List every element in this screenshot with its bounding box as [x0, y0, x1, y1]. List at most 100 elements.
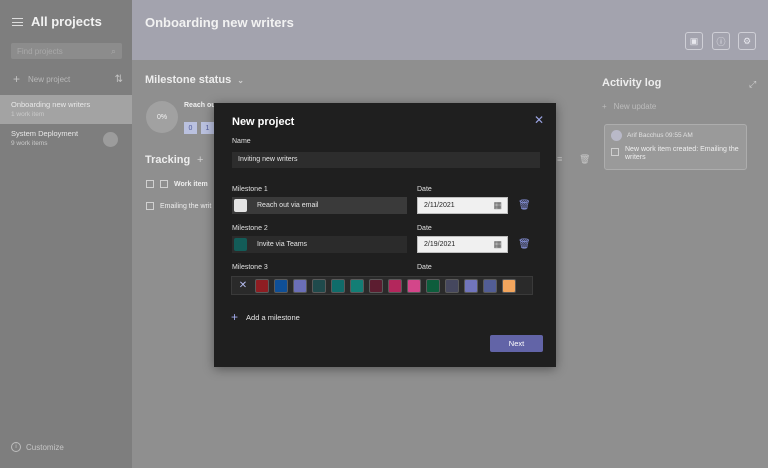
row-checkbox[interactable] — [146, 202, 154, 210]
milestone-2-field[interactable]: Invite via Teams — [232, 236, 407, 253]
milestone-name: Reach ou — [184, 102, 216, 109]
search-icon: ⌕ — [110, 46, 116, 56]
milestone-2-date-field[interactable]: 2/19/2021 ▦ — [417, 236, 508, 253]
sidebar-header: All projects — [12, 14, 102, 29]
work-item-title: Emailing the writ — [160, 202, 212, 210]
milestone-chip: 1 — [201, 122, 214, 134]
plus-icon: + — [231, 310, 239, 324]
milestone-3-date-label: Date — [417, 264, 432, 271]
color-swatch[interactable] — [502, 278, 516, 293]
name-value: Inviting new writers — [238, 156, 298, 163]
table-row[interactable]: Emailing the writ — [146, 202, 211, 210]
activity-card: Arif Bacchus 09:55 AM New work item crea… — [604, 124, 747, 170]
milestone-1-label: Milestone 1 — [232, 186, 268, 193]
milestone-2-date-label: Date — [417, 225, 432, 232]
sort-icon[interactable]: ⇅ — [115, 74, 123, 85]
info-icon: i — [11, 442, 21, 452]
milestone-1-date-field[interactable]: 2/11/2021 ▦ — [417, 197, 508, 214]
clear-color-icon[interactable]: ✕ — [236, 279, 250, 293]
add-tracking-icon[interactable]: + — [197, 154, 203, 166]
next-button[interactable]: Next — [490, 335, 543, 352]
avatar — [611, 130, 622, 141]
select-all-checkbox[interactable] — [146, 180, 154, 188]
trash-icon[interactable]: 🗑 — [518, 239, 531, 250]
sidebar-title: All projects — [31, 14, 102, 29]
milestone-2-date-value: 2/19/2021 — [424, 241, 456, 248]
color-palette: ✕ — [231, 276, 533, 295]
milestone-2-color-swatch[interactable] — [234, 238, 247, 251]
color-swatch[interactable] — [445, 278, 459, 293]
progress-percent: 0% — [156, 113, 168, 121]
page-title: Onboarding new writers — [145, 15, 294, 30]
milestone-1-date-label: Date — [417, 186, 432, 193]
milestone-status-label: Milestone status — [145, 74, 232, 86]
color-swatch[interactable] — [312, 278, 326, 293]
delete-icon[interactable]: 🗑 — [579, 154, 590, 165]
filter-icon[interactable]: ≡ — [557, 154, 562, 164]
dialog-title: New project — [232, 116, 295, 128]
project-name: Onboarding new writers — [11, 100, 91, 109]
close-icon[interactable]: ✕ — [534, 113, 544, 127]
milestone-1-field[interactable]: Reach out via email — [232, 197, 407, 214]
color-swatch[interactable] — [255, 278, 269, 293]
milestone-chip: 0 — [184, 122, 197, 134]
header: Onboarding new writers ▣ ⓘ ⚙ — [132, 0, 768, 60]
name-field[interactable]: Inviting new writers — [232, 152, 540, 168]
hamburger-menu-icon[interactable] — [12, 17, 23, 26]
new-project-label: New project — [28, 74, 71, 84]
calendar-icon[interactable]: ▦ — [493, 200, 502, 211]
name-label: Name — [232, 138, 251, 145]
activity-message: New work item created: Emailing the writ… — [611, 146, 743, 163]
milestone-1-date-value: 2/11/2021 — [424, 202, 455, 209]
color-swatch[interactable] — [464, 278, 478, 293]
project-avatar — [103, 132, 118, 147]
work-item-icon — [611, 148, 619, 156]
gear-icon[interactable]: ⚙ — [738, 32, 756, 50]
sidebar-item-onboarding[interactable]: Onboarding new writers 1 work item — [0, 95, 132, 124]
customize-button[interactable]: i Customize — [11, 442, 64, 452]
milestone-1-value: Reach out via email — [257, 202, 319, 209]
plus-icon: + — [13, 72, 21, 86]
plus-icon: + — [602, 102, 607, 111]
author-time: Arif Bacchus 09:55 AM — [627, 132, 693, 139]
color-swatch[interactable] — [350, 278, 364, 293]
new-project-dialog: New project ✕ Name Inviting new writers … — [214, 103, 556, 367]
work-item-type-icon — [160, 180, 168, 188]
sidebar-item-system-deployment[interactable]: System Deployment 9 work items — [0, 124, 132, 153]
milestone-1-color-swatch[interactable] — [234, 199, 247, 212]
sidebar: All projects Find projects ⌕ + New proje… — [0, 0, 132, 468]
add-milestone-button[interactable]: + Add a milestone — [231, 310, 300, 324]
activity-author: Arif Bacchus 09:55 AM — [611, 130, 693, 141]
color-swatch[interactable] — [407, 278, 421, 293]
color-swatch[interactable] — [388, 278, 402, 293]
search-placeholder: Find projects — [17, 47, 63, 56]
activity-message-text: New work item created: Emailing the writ… — [625, 146, 739, 162]
app-window: All projects Find projects ⌕ + New proje… — [0, 0, 768, 468]
activity-log-title: Activity log — [602, 77, 662, 89]
milestone-status-title[interactable]: Milestone status ⌄ — [145, 74, 244, 86]
table-header: Work item — [146, 180, 208, 188]
calendar-icon[interactable]: ▦ — [493, 239, 502, 250]
color-swatch[interactable] — [483, 278, 497, 293]
new-project-button[interactable]: + New project ⇅ — [13, 72, 123, 86]
image-icon[interactable]: ▣ — [685, 32, 703, 50]
work-item-header: Work item — [174, 180, 208, 188]
customize-label: Customize — [26, 442, 64, 452]
tracking-title: Tracking — [145, 154, 191, 166]
milestone-2-label: Milestone 2 — [232, 225, 268, 232]
color-swatch[interactable] — [369, 278, 383, 293]
search-input[interactable]: Find projects ⌕ — [11, 43, 122, 59]
new-update-label: New update — [613, 102, 657, 111]
milestone-2-value: Invite via Teams — [257, 241, 308, 248]
chevron-down-icon: ⌄ — [237, 76, 244, 85]
expand-icon[interactable]: ⤢ — [749, 79, 756, 90]
trash-icon[interactable]: 🗑 — [518, 200, 531, 211]
color-swatch[interactable] — [426, 278, 440, 293]
color-swatch[interactable] — [331, 278, 345, 293]
new-update-button[interactable]: + New update — [602, 102, 656, 111]
color-swatch[interactable] — [293, 278, 307, 293]
milestone-3-label: Milestone 3 — [232, 264, 268, 271]
color-swatch[interactable] — [274, 278, 288, 293]
info-button-icon[interactable]: ⓘ — [712, 32, 730, 50]
add-milestone-label: Add a milestone — [246, 312, 300, 322]
